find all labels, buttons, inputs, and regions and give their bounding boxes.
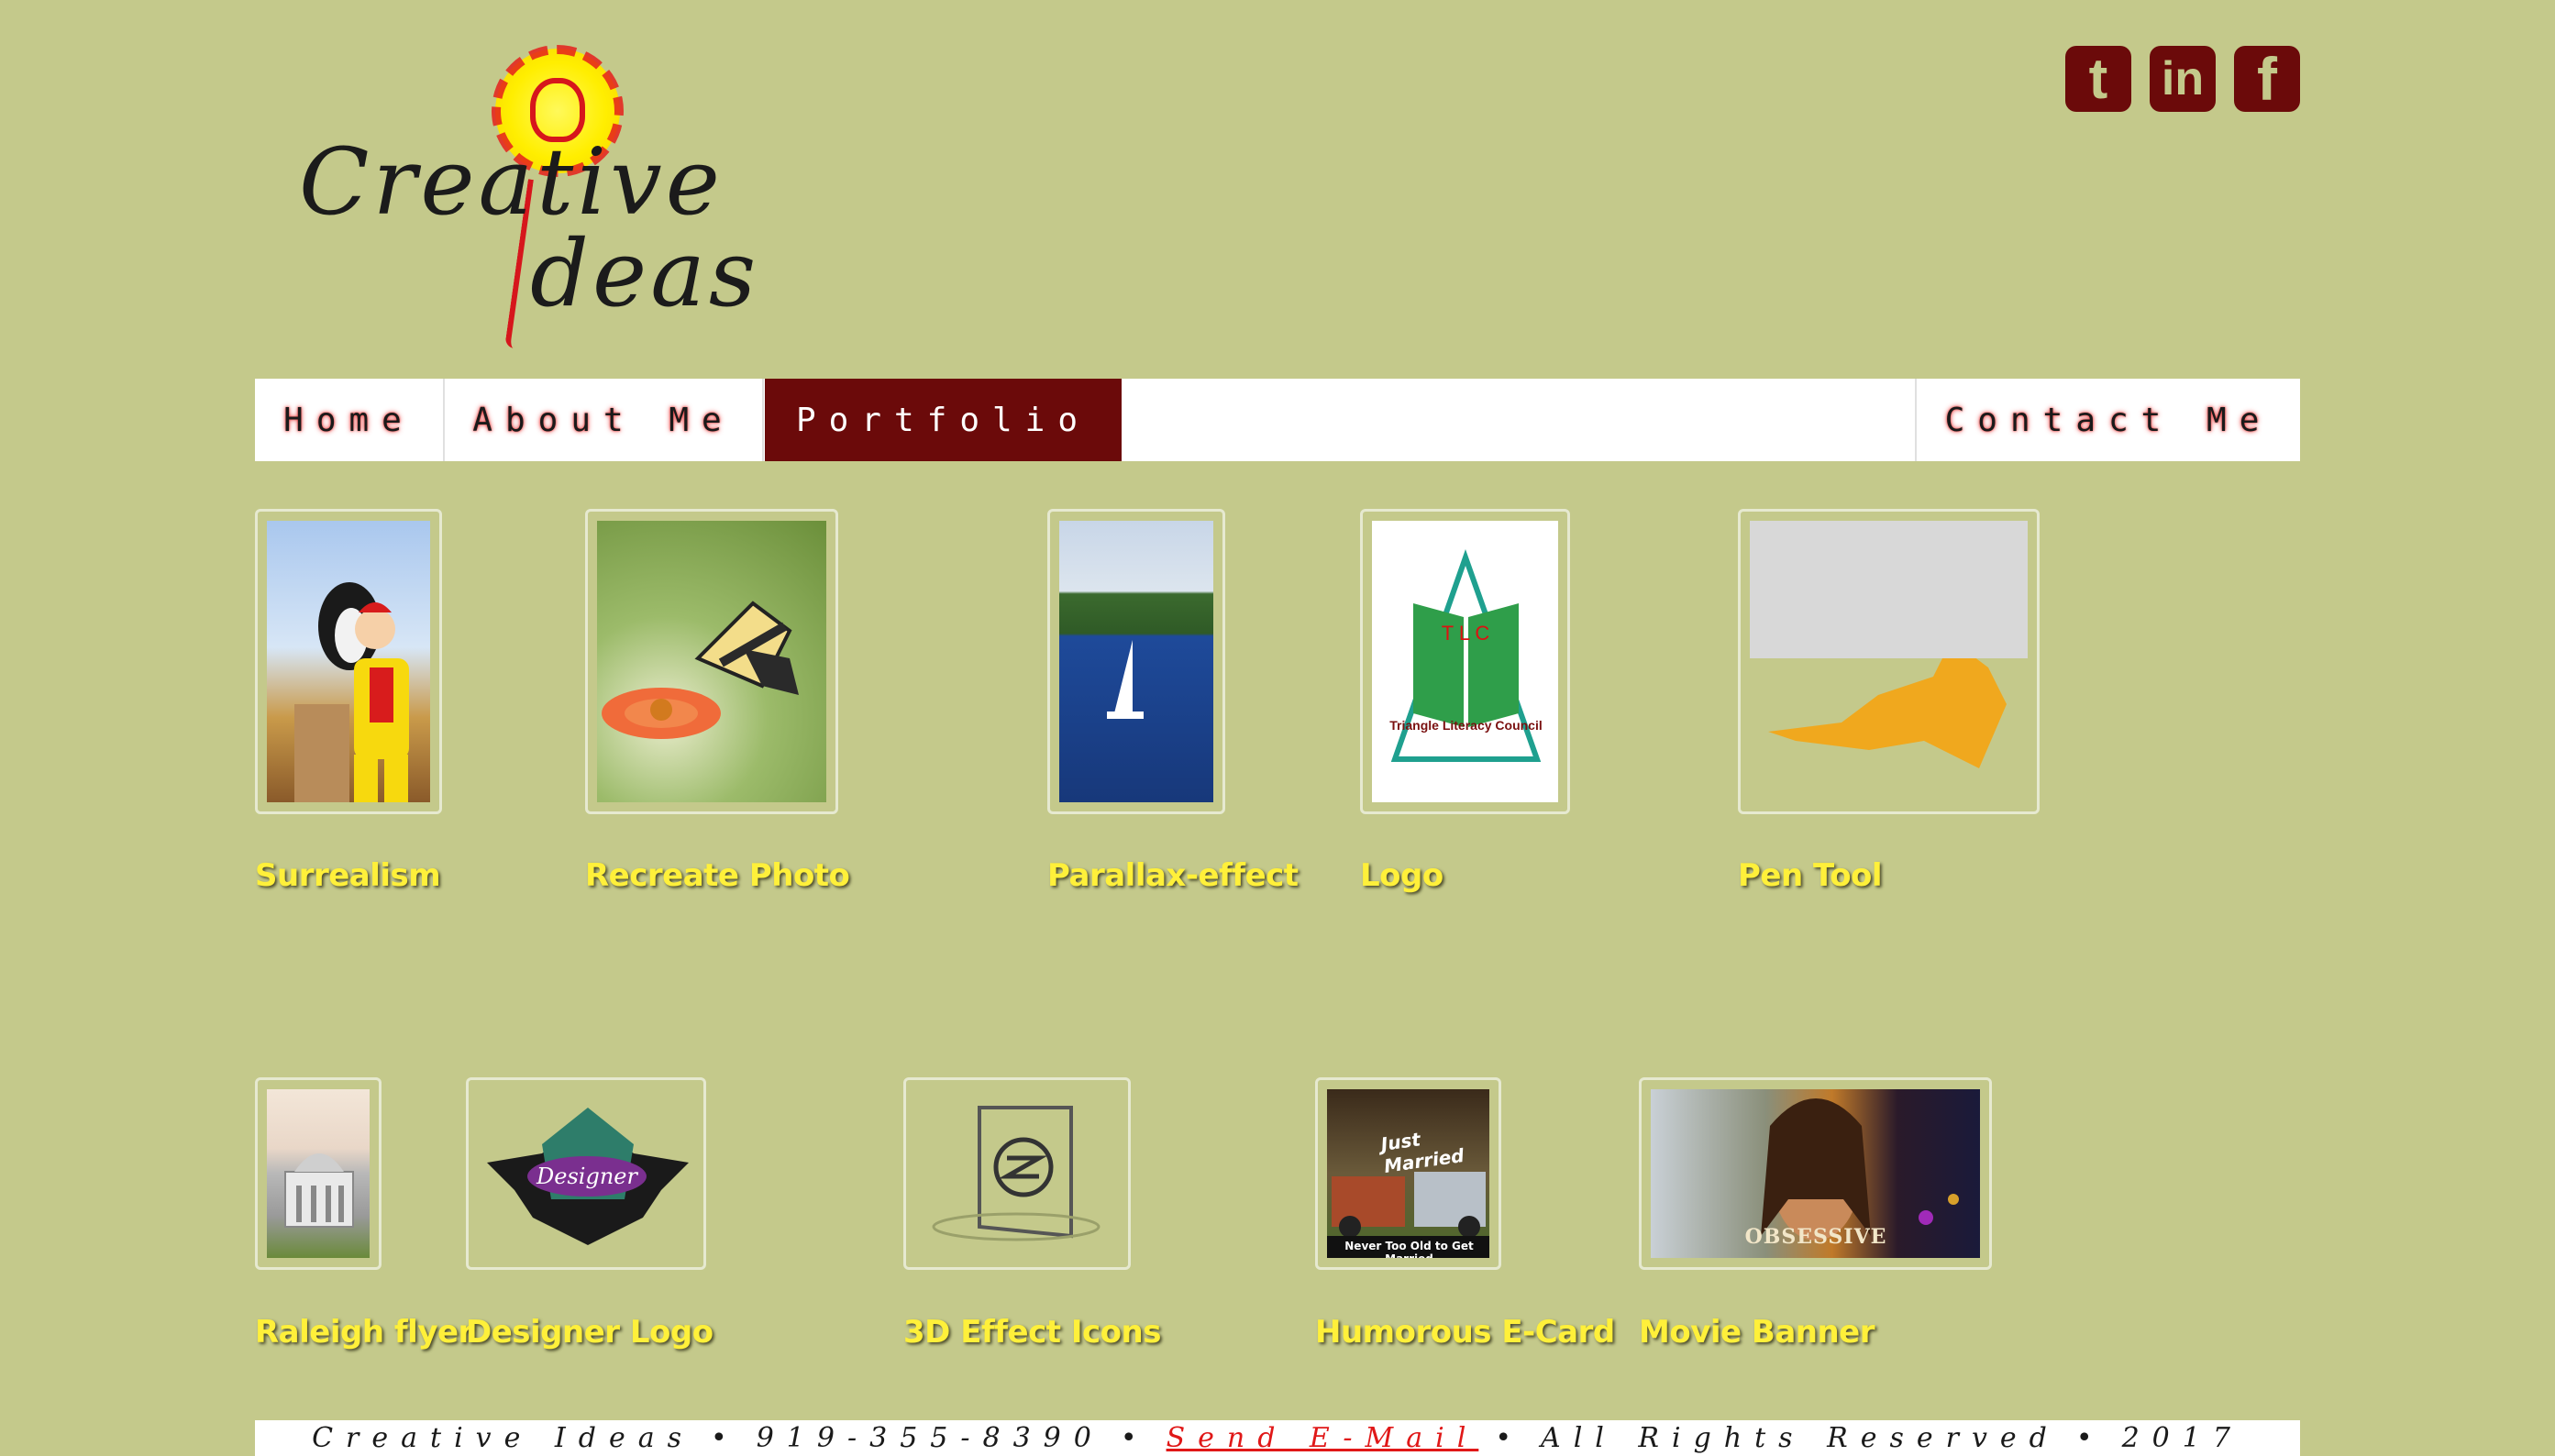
thumb-recreate-photo[interactable] <box>585 509 838 814</box>
linkedin-icon[interactable]: in <box>2150 46 2216 112</box>
thumb-parallax-effect[interactable] <box>1047 509 1225 814</box>
nav-about-me[interactable]: About Me <box>445 379 764 461</box>
footer-separator: • <box>2075 1422 2106 1454</box>
thumb-raleigh-flyer[interactable] <box>255 1077 382 1270</box>
site-logo[interactable]: Creative deas <box>255 41 756 348</box>
thumb-pen-tool[interactable] <box>1738 509 2040 814</box>
designer-badge-text: Designer <box>536 1164 638 1189</box>
caption-surrealism[interactable]: Surrealism <box>255 857 441 894</box>
pen-tool-image <box>1750 521 2028 802</box>
raleigh-flyer-image <box>267 1089 370 1258</box>
logo-word-ideas: deas <box>530 220 760 327</box>
footer-name: Creative Ideas <box>312 1422 694 1454</box>
caption-designer-logo[interactable]: Designer Logo <box>466 1314 713 1351</box>
footer-rights: All Rights Reserved <box>1541 1422 2060 1454</box>
tumblr-icon[interactable]: t <box>2065 46 2131 112</box>
thumb-surrealism[interactable] <box>255 509 442 814</box>
facebook-icon[interactable]: f <box>2234 45 2300 113</box>
thumb-movie-banner[interactable]: OBSESSIVE <box>1639 1077 1992 1270</box>
thumb-3d-effect-icons[interactable] <box>903 1077 1131 1270</box>
caption-logo[interactable]: Logo <box>1360 857 1443 894</box>
site-footer: Creative Ideas • 919-355-8390 • Send E-M… <box>255 1420 2300 1456</box>
caption-raleigh-flyer[interactable]: Raleigh flyer <box>255 1314 473 1351</box>
butterfly-image <box>597 521 826 802</box>
footer-separator: • <box>1120 1422 1150 1454</box>
ecard-image: Just Married Never Too Old to Get Marrie… <box>1327 1089 1489 1258</box>
caption-recreate-photo[interactable]: Recreate Photo <box>585 857 850 894</box>
nav-home[interactable]: Home <box>255 379 445 461</box>
caption-humorous-ecard[interactable]: Humorous E-Card <box>1315 1314 1615 1351</box>
footer-year: 2017 <box>2121 1422 2243 1454</box>
caption-3d-effect-icons[interactable]: 3D Effect Icons <box>903 1314 1161 1351</box>
footer-phone: 919-355-8390 <box>756 1422 1104 1454</box>
3d-icon-image <box>915 1089 1119 1258</box>
tlc-letters: T L C <box>1442 622 1490 645</box>
movie-banner-image: OBSESSIVE <box>1651 1089 1980 1258</box>
ecard-tagline: Never Too Old to Get Married <box>1344 1240 1474 1258</box>
footer-separator: • <box>711 1422 740 1454</box>
footer-email-link[interactable]: Send E-Mail <box>1167 1422 1479 1454</box>
nav-contact-me[interactable]: Contact Me <box>1915 379 2300 461</box>
sailboat-image <box>1059 521 1213 802</box>
main-nav: Home About Me Portfolio Contact Me <box>255 379 2300 461</box>
thumb-designer-logo[interactable]: Designer <box>466 1077 706 1270</box>
tlc-name: Triangle Literacy Council <box>1389 718 1543 733</box>
movie-title: OBSESSIVE <box>1744 1225 1887 1249</box>
thumb-humorous-ecard[interactable]: Just Married Never Too Old to Get Marrie… <box>1315 1077 1501 1270</box>
tlc-logo-image: T L C Triangle Literacy Council <box>1372 521 1558 802</box>
social-links: t in f <box>2065 45 2300 113</box>
caption-movie-banner[interactable]: Movie Banner <box>1639 1314 1875 1351</box>
designer-logo-image: Designer <box>478 1089 694 1258</box>
caption-pen-tool[interactable]: Pen Tool <box>1738 857 1883 894</box>
thumb-logo[interactable]: T L C Triangle Literacy Council <box>1360 509 1570 814</box>
surrealism-image <box>267 521 430 802</box>
nav-portfolio[interactable]: Portfolio <box>765 379 1122 461</box>
caption-parallax-effect[interactable]: Parallax-effect <box>1047 857 1299 894</box>
footer-separator: • <box>1495 1422 1525 1454</box>
